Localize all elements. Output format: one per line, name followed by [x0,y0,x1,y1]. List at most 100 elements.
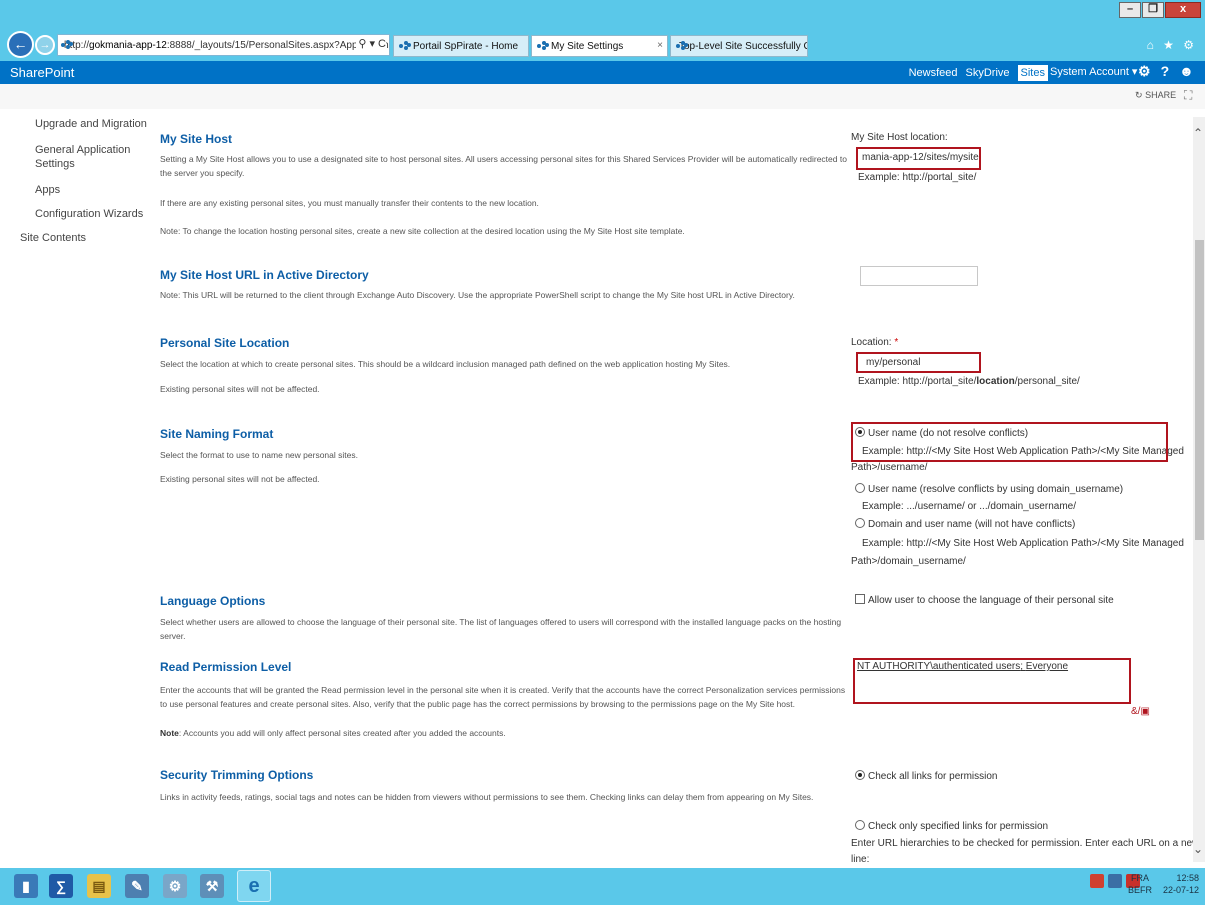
sharepoint-shell-icon[interactable]: ✎ [125,874,149,898]
powershell-icon[interactable]: ∑ [49,874,73,898]
home-favorites-settings-icons[interactable]: ⌂ ★ ⚙ [1147,38,1197,52]
radio-selected-icon[interactable] [855,770,865,780]
trimming-option-specified[interactable]: Check only specified links for permissio… [855,819,1048,835]
ad-url-input[interactable] [860,266,978,286]
location-example-bold: location [976,376,1015,387]
help-icon[interactable]: ? [1161,63,1170,80]
location-label: Location: * [851,336,898,350]
browser-title-bar: – ❐ x ← → http://gokmania-app-12:8888/_l… [0,0,1205,61]
section-title-my-site-host: My Site Host [160,132,233,146]
window-controls: – ❐ x [1119,2,1201,18]
tools-icon[interactable]: ⚒ [200,874,224,898]
note-text: : Accounts you add will only affect pers… [178,728,506,738]
share-label: SHARE [1145,90,1177,100]
sharepoint-favicon-icon [537,41,548,51]
clock-time: 12:58 [1176,873,1200,883]
tab-portail-home[interactable]: Portail SpPirate - Home [393,35,529,57]
naming-option-domain[interactable]: Domain and user name (will not have conf… [855,517,1075,533]
naming-option-example: Example: .../username/ or .../domain_use… [862,501,1076,512]
suite-link-newsfeed[interactable]: Newsfeed [909,67,958,79]
tab-label: Portail SpPirate - Home [413,40,519,52]
share-button[interactable]: ↻ SHARE [1135,90,1176,101]
section-title-language: Language Options [160,594,266,608]
section-desc-personal-site-location: Select the location at which to create p… [160,359,731,369]
share-icon: ↻ [1135,90,1143,100]
windows-taskbar: ▮ ∑ ▤ ✎ ⚙ ⚒ e FRA BEFR 12:58 22-07-12 [0,868,1205,905]
location-example-pre: Example: http://portal_site/ [858,376,977,387]
section-title-security-trimming: Security Trimming Options [160,768,314,782]
tab-label: Top-Level Site Successfully Cre... [679,40,807,52]
scrollbar-thumb[interactable] [1195,240,1204,540]
account-menu[interactable]: System Account ▾ [1050,65,1137,78]
sharepoint-brand[interactable]: SharePoint [10,65,74,80]
internet-explorer-icon[interactable]: e [237,870,271,902]
suite-link-sites[interactable]: Sites [1017,64,1048,81]
file-explorer-icon[interactable]: ▤ [87,874,111,898]
close-window-button[interactable]: x [1165,2,1201,18]
suite-link-skydrive[interactable]: SkyDrive [966,67,1010,79]
suite-icons: ⚙ ? ☻ [1138,63,1194,80]
location-example: Example: http://portal_site/location/per… [858,374,1080,390]
nav-settings[interactable]: Settings [35,157,75,171]
address-bar[interactable]: http://gokmania-app-12:8888/_layouts/15/… [57,34,390,56]
settings-gear-icon[interactable]: ⚙ [1138,63,1151,80]
sharepoint-favicon-icon [399,41,410,51]
nav-general-application[interactable]: General Application [35,143,130,157]
tray-flag-icon[interactable] [1090,874,1104,888]
radio-unselected-icon[interactable] [855,518,865,528]
naming-option-resolve[interactable]: User name (resolve conflicts by using do… [855,482,1123,498]
check-names-browse-icons[interactable]: &/▣ [1131,706,1150,717]
host-location-label: My Site Host location: [851,132,948,143]
system-clock[interactable]: 12:58 22-07-12 [1163,872,1199,896]
location-label-text: Location: [851,337,892,348]
input-language-indicator[interactable]: FRA BEFR [1128,872,1152,896]
tab-my-site-settings[interactable]: My Site Settings × [531,35,668,57]
scroll-down-icon[interactable]: ⌄ [1193,842,1203,856]
scroll-up-icon[interactable]: ⌃ [1193,126,1203,140]
minimize-button[interactable]: – [1119,2,1141,18]
browser-nav-row: ← → http://gokmania-app-12:8888/_layouts… [0,31,1205,60]
section-title-read-permission: Read Permission Level [160,660,292,674]
highlight-box [856,147,981,170]
keyboard-layout: BEFR [1128,885,1153,895]
address-host: gokmania-app-12 [89,39,167,51]
language-checkbox-label: Allow user to choose the language of the… [868,595,1114,606]
smiley-feedback-icon[interactable]: ☻ [1179,63,1194,80]
section-note-read-permission: Note: Accounts you add will only affect … [160,726,850,740]
naming-option-example-cont: Path>/domain_username/ [851,556,966,567]
central-admin-icon[interactable]: ⚙ [163,874,187,898]
address-search-refresh-icons[interactable]: ⚲ ▾ C [356,37,386,50]
location-example-post: /personal_site/ [1014,376,1080,387]
radio-unselected-icon[interactable] [855,820,865,830]
trimming-help: Enter URL hierarchies to be checked for … [851,838,1200,849]
ribbon-row: ↻ SHARE ⛶ [0,84,1205,109]
nav-upgrade-migration[interactable]: Upgrade and Migration [35,117,147,131]
nav-configuration-wizards[interactable]: Configuration Wizards [35,207,143,221]
sharepoint-suite-bar: SharePoint Newsfeed SkyDrive Sites Syste… [0,61,1205,84]
naming-option-label: Domain and user name (will not have conf… [868,519,1076,530]
language-checkbox-row[interactable]: Allow user to choose the language of the… [855,593,1114,609]
tab-label: My Site Settings [551,40,624,52]
section-note-site-naming: Existing personal sites will not be affe… [160,474,320,484]
clock-date: 22-07-12 [1163,885,1200,895]
trimming-option-all[interactable]: Check all links for permission [855,769,998,785]
back-button[interactable]: ← [7,31,34,58]
host-location-example: Example: http://portal_site/ [858,172,977,183]
highlight-box [856,352,981,373]
focus-on-content-icon[interactable]: ⛶ [1184,88,1192,103]
forward-button[interactable]: → [35,35,55,55]
section-note-change-host: Note: To change the location hosting per… [160,226,685,236]
radio-unselected-icon[interactable] [855,483,865,493]
restore-button[interactable]: ❐ [1142,2,1164,18]
section-desc-ad-url: Note: This URL will be returned to the c… [160,290,795,300]
server-manager-icon[interactable]: ▮ [14,874,38,898]
section-title-ad-url: My Site Host URL in Active Directory [160,268,369,282]
tray-network-icon[interactable] [1108,874,1122,888]
nav-apps[interactable]: Apps [35,183,60,197]
naming-option-example-cont: Path>/username/ [851,462,928,473]
tab-top-level-site[interactable]: Top-Level Site Successfully Cre... [670,35,808,57]
trimming-help-cont: line: [851,854,870,865]
nav-site-contents[interactable]: Site Contents [20,231,86,245]
tab-close-icon[interactable]: × [657,40,663,51]
checkbox-unchecked-icon[interactable] [855,594,865,604]
